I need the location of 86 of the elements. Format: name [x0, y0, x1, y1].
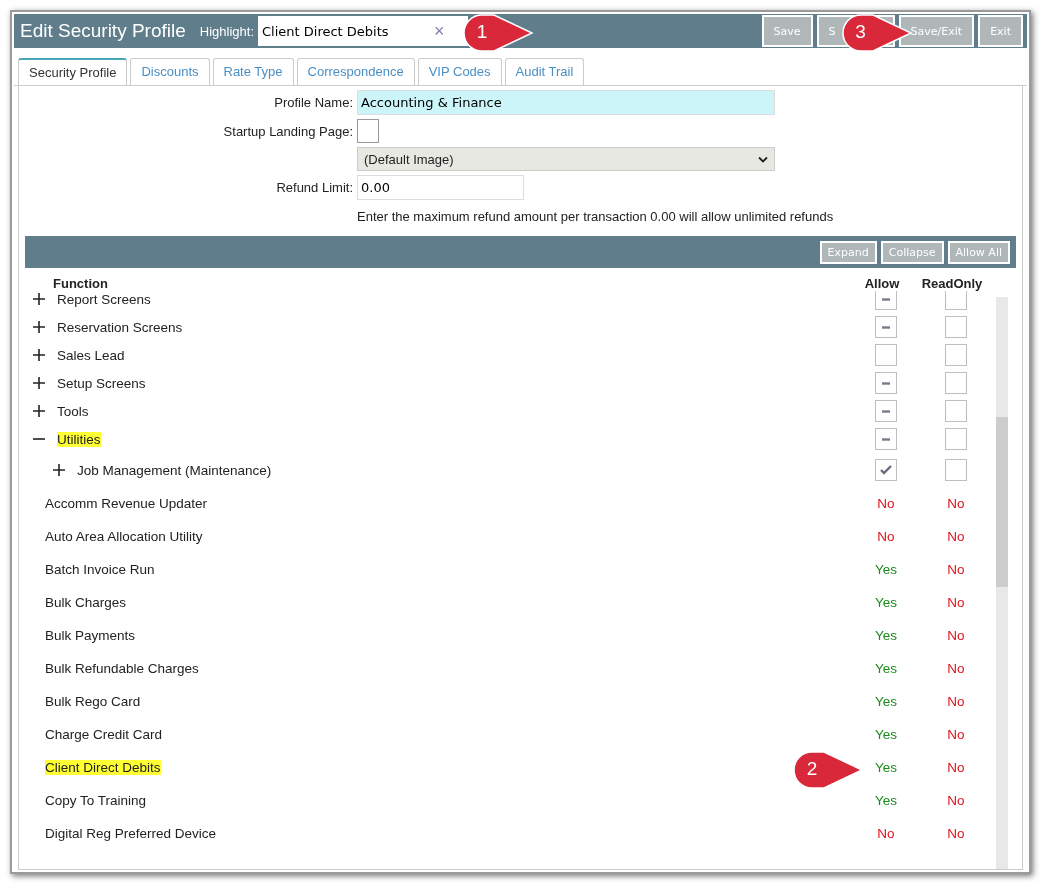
- allow-value: Yes: [874, 661, 898, 676]
- readonly-value: No: [946, 562, 966, 577]
- expand-icon[interactable]: [33, 321, 45, 333]
- chevron-down-icon: [758, 155, 768, 163]
- scrollbar[interactable]: [996, 297, 1008, 869]
- checkbox[interactable]: [945, 459, 967, 481]
- allow-value: No: [876, 529, 896, 544]
- checkbox[interactable]: [357, 119, 379, 143]
- readonly-value: No: [946, 496, 966, 511]
- allow-value: Yes: [874, 727, 898, 742]
- function-name: Client Direct Debits: [45, 760, 161, 775]
- refund-limit-field[interactable]: 0.00: [357, 175, 524, 200]
- readonly-value: No: [946, 826, 966, 841]
- expand-icon[interactable]: [53, 464, 65, 476]
- readonly-value: No: [946, 661, 966, 676]
- tab[interactable]: Discounts: [130, 58, 210, 85]
- function-name: Copy To Training: [45, 793, 148, 808]
- checkbox[interactable]: [875, 428, 897, 450]
- allow-value: No: [876, 826, 896, 841]
- checkbox[interactable]: [875, 459, 897, 481]
- tree-item[interactable]: Utilities: [57, 431, 101, 447]
- tree-item[interactable]: Reservation Screens: [57, 319, 856, 335]
- readonly-value: No: [946, 628, 966, 643]
- readonly-value: No: [946, 595, 966, 610]
- hint-text: Enter the maximum refund amount per transaction 0.00 will allow unlimited refunds: [357, 208, 834, 224]
- tab[interactable]: Audit Trail: [504, 58, 585, 85]
- tree-item[interactable]: Sales Lead: [57, 347, 856, 363]
- function-name: Bulk Rego Card: [45, 694, 142, 709]
- profile-name-field[interactable]: Accounting & Finance: [357, 90, 775, 115]
- image-dropdown[interactable]: (Default Image): [357, 147, 775, 171]
- tab[interactable]: Rate Type: [212, 58, 294, 85]
- tree-item[interactable]: Job Management (Maintenance): [77, 462, 856, 478]
- function-name: Charge Credit Card: [45, 727, 164, 742]
- highlight-field[interactable]: Client Direct Debits ×: [258, 16, 468, 46]
- tree-item[interactable]: Report Screens: [57, 291, 856, 307]
- highlight-label: Highlight:: [199, 23, 254, 39]
- tab[interactable]: VIP Codes: [417, 58, 502, 85]
- field-label: Refund Limit:: [275, 180, 354, 195]
- field-label: Profile Name:: [273, 95, 354, 110]
- function-name: Bulk Charges: [45, 595, 128, 610]
- checkbox[interactable]: [945, 428, 967, 450]
- allow-value: Yes: [874, 562, 898, 577]
- clear-button[interactable]: ×: [434, 20, 445, 42]
- tab[interactable]: Correspondence: [296, 58, 415, 85]
- expand-icon[interactable]: [33, 405, 45, 417]
- function-name: Batch Invoice Run: [45, 562, 156, 577]
- check-icon: [880, 465, 892, 475]
- checkbox[interactable]: [875, 344, 897, 366]
- checkbox[interactable]: [875, 372, 897, 394]
- tree-item[interactable]: Setup Screens: [57, 375, 856, 391]
- window-title: Edit Security Profile: [20, 20, 186, 42]
- readonly-value: No: [946, 793, 966, 808]
- function-name: Bulk Payments: [45, 628, 137, 643]
- allow-value: Yes: [874, 760, 898, 775]
- scrollbar-thumb[interactable]: [996, 417, 1008, 587]
- readonly-value: No: [946, 694, 966, 709]
- checkbox[interactable]: [945, 291, 967, 310]
- checkbox[interactable]: [945, 372, 967, 394]
- allow-value: Yes: [874, 694, 898, 709]
- readonly-value: No: [946, 760, 966, 775]
- checkbox[interactable]: [875, 400, 897, 422]
- allow-value: Yes: [874, 628, 898, 643]
- expand-icon[interactable]: [33, 377, 45, 389]
- function-name: Digital Reg Preferred Device: [45, 826, 218, 841]
- checkbox[interactable]: [945, 400, 967, 422]
- field-label: Startup Landing Page:: [222, 123, 354, 139]
- readonly-value: No: [946, 727, 966, 742]
- allow-value: No: [876, 496, 896, 511]
- function-name: Bulk Refundable Charges: [45, 661, 200, 676]
- allow-value: Yes: [874, 595, 898, 610]
- function-name: Auto Area Allocation Utility: [45, 529, 204, 544]
- expand-icon[interactable]: [33, 349, 45, 361]
- column-header: Allow: [863, 276, 901, 291]
- callout-tooltip: 1: [462, 13, 534, 53]
- readonly-value: No: [946, 529, 966, 544]
- checkbox[interactable]: [945, 344, 967, 366]
- tree-item[interactable]: Tools: [57, 403, 856, 419]
- checkbox[interactable]: [875, 291, 897, 310]
- allow-value: Yes: [874, 793, 898, 808]
- checkbox[interactable]: [945, 316, 967, 338]
- tab[interactable]: Security Profile: [18, 58, 128, 85]
- column-header: Function: [53, 276, 109, 291]
- checkbox[interactable]: [875, 316, 897, 338]
- column-header: ReadOnly: [920, 276, 984, 291]
- expand-icon[interactable]: [33, 293, 45, 305]
- function-name: Accomm Revenue Updater: [45, 496, 209, 511]
